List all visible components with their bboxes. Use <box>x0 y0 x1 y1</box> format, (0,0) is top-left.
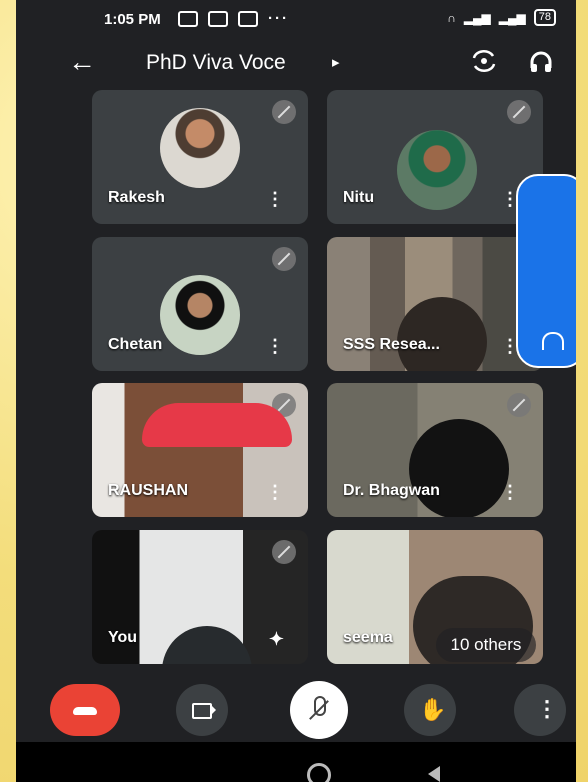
participant-name: You <box>108 629 138 646</box>
mic-off-icon <box>272 100 296 124</box>
camera-flip-icon[interactable] <box>470 49 498 73</box>
call-controls: ✋ ⋮ <box>16 678 576 742</box>
participant-tile[interactable]: Chetan ⋮ <box>92 237 308 371</box>
participant-video <box>397 297 487 371</box>
more-vert-icon[interactable]: ⋮ <box>266 189 284 210</box>
participant-video-tile[interactable]: RAUSHAN ⋮ <box>92 383 308 517</box>
others-participants-chip[interactable]: 10 others <box>436 628 536 662</box>
gmail-icon <box>178 10 198 27</box>
more-vert-icon[interactable]: ⋮ <box>501 482 519 503</box>
video-camera-button[interactable] <box>176 684 228 736</box>
avatar <box>397 130 477 210</box>
participant-video <box>162 626 252 664</box>
signal-icon-2: ▂▄▆ <box>498 10 526 25</box>
participant-name: Nitu <box>343 189 375 206</box>
more-options-button[interactable]: ⋮ <box>514 684 566 736</box>
self-video-tile[interactable]: You ✦ <box>92 530 308 664</box>
participant-tile[interactable]: Rakesh ⋮ <box>92 90 308 224</box>
headset-status-icon: ∩ <box>447 10 456 25</box>
participant-video-tile[interactable]: SSS Resea... ⋮ <box>327 237 543 371</box>
audio-overlay-panel[interactable] <box>516 174 576 368</box>
headphones-icon[interactable] <box>528 50 554 74</box>
status-time: 1:05 PM <box>104 11 161 28</box>
back-icon[interactable] <box>428 766 440 782</box>
status-bar: 1:05 PM ··· ∩ ▂▄▆ ▂▄▆ 78 <box>16 0 576 34</box>
home-icon[interactable] <box>307 763 331 782</box>
mic-off-icon <box>272 540 296 564</box>
status-notification-icons: ··· <box>178 10 289 27</box>
participant-name: Chetan <box>108 336 163 353</box>
avatar <box>160 108 240 188</box>
hand-raise-icon: ✋ <box>419 697 447 722</box>
battery-level: 78 <box>533 9 556 26</box>
more-vert-icon[interactable]: ⋮ <box>266 336 284 357</box>
participant-name: seema <box>343 629 393 646</box>
participant-name: SSS Resea... <box>343 336 440 353</box>
signal-icon: ▂▄▆ <box>463 10 491 25</box>
message-icon <box>208 10 228 27</box>
caret-right-icon[interactable]: ▸ <box>332 53 340 71</box>
participant-tile[interactable]: Nitu ⋮ <box>327 90 543 224</box>
participant-video-tile[interactable]: Dr. Bhagwan ⋮ <box>327 383 543 517</box>
headphones-icon <box>542 332 564 350</box>
avatar <box>160 275 240 355</box>
call-header: ← PhD Viva Voce ▸ <box>16 38 576 86</box>
arrow-left-icon[interactable]: ← <box>68 48 96 76</box>
more-vert-icon[interactable]: ⋮ <box>266 482 284 503</box>
mic-off-button[interactable] <box>290 681 348 739</box>
participant-video <box>142 403 292 447</box>
more-notifications-icon: ··· <box>268 10 289 27</box>
mic-off-icon <box>507 393 531 417</box>
more-vert-icon: ⋮ <box>536 696 558 721</box>
meeting-title[interactable]: PhD Viva Voce <box>146 51 286 75</box>
participant-name: RAUSHAN <box>108 482 188 499</box>
end-call-button[interactable] <box>50 684 120 736</box>
effects-sparkle-icon[interactable]: ✦ <box>269 629 284 650</box>
participant-video <box>409 419 509 517</box>
hand-raise-button[interactable]: ✋ <box>404 684 456 736</box>
meet-call-screen: 1:05 PM ··· ∩ ▂▄▆ ▂▄▆ 78 ← PhD Viva Voce… <box>16 0 576 782</box>
mic-off-icon <box>272 247 296 271</box>
participant-name: Rakesh <box>108 189 165 206</box>
screen-icon <box>238 10 258 27</box>
participant-name: Dr. Bhagwan <box>343 482 440 499</box>
mic-off-icon <box>507 100 531 124</box>
status-system-icons: ∩ ▂▄▆ ▂▄▆ 78 <box>447 9 556 26</box>
android-navigation-bar <box>16 742 576 782</box>
